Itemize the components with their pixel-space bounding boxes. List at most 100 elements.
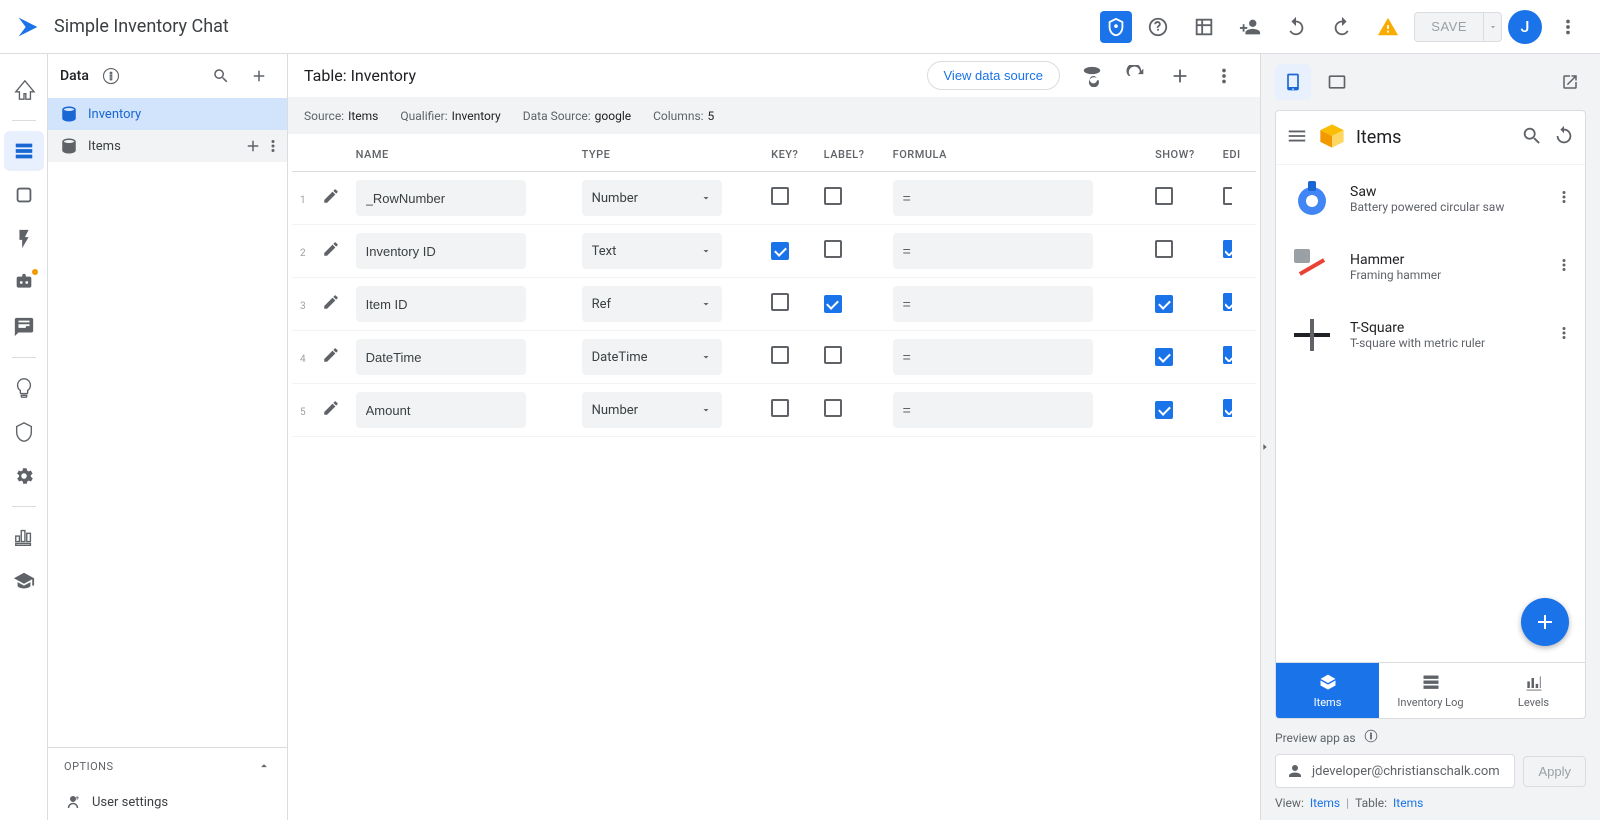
table-view-icon[interactable]: [1184, 7, 1224, 47]
column-name-input[interactable]: [356, 180, 526, 216]
col-header-name: NAME: [348, 134, 574, 172]
fab-add-button[interactable]: [1521, 598, 1569, 646]
user-settings-item[interactable]: User settings: [48, 784, 287, 820]
appsheet-logo[interactable]: [14, 13, 42, 41]
device-search-icon[interactable]: [1521, 125, 1543, 151]
formula-input[interactable]: [893, 233, 1093, 269]
rail-views-icon[interactable]: [4, 175, 44, 215]
rail-security-icon[interactable]: [4, 412, 44, 452]
formula-input[interactable]: [893, 180, 1093, 216]
warning-icon[interactable]: [1368, 7, 1408, 47]
rail-chat-icon[interactable]: [4, 307, 44, 347]
info-icon[interactable]: [95, 60, 127, 92]
column-name-input[interactable]: [356, 339, 526, 375]
key-checkbox[interactable]: [771, 399, 789, 417]
help-icon[interactable]: [1138, 7, 1178, 47]
column-name-input[interactable]: [356, 286, 526, 322]
editable-checkbox[interactable]: [1223, 293, 1232, 311]
refresh-icon[interactable]: [1116, 56, 1156, 96]
redo-icon[interactable]: [1322, 7, 1362, 47]
item-more-icon[interactable]: [1555, 324, 1573, 346]
column-type-select[interactable]: Ref: [582, 286, 722, 322]
column-type-select[interactable]: Number: [582, 180, 722, 216]
show-checkbox[interactable]: [1155, 295, 1173, 313]
edit-column-icon[interactable]: [314, 278, 348, 331]
table-more-icon[interactable]: [263, 136, 283, 156]
add-slice-icon[interactable]: [243, 136, 263, 156]
rail-education-icon[interactable]: [4, 561, 44, 601]
item-more-icon[interactable]: [1555, 188, 1573, 210]
table-more-icon[interactable]: [1204, 56, 1244, 96]
edit-column-icon[interactable]: [314, 384, 348, 437]
preview-mobile-tab[interactable]: [1275, 64, 1311, 100]
preview-email-input[interactable]: jdeveloper@christianschalk.com: [1275, 754, 1515, 788]
editable-checkbox[interactable]: [1223, 346, 1232, 364]
preview-tablet-tab[interactable]: [1319, 64, 1355, 100]
column-name-input[interactable]: [356, 233, 526, 269]
options-header[interactable]: OPTIONS: [48, 748, 287, 784]
more-icon[interactable]: [1548, 7, 1588, 47]
undo-icon[interactable]: [1276, 7, 1316, 47]
label-checkbox[interactable]: [824, 399, 842, 417]
list-item[interactable]: Saw Battery powered circular saw: [1276, 165, 1585, 233]
formula-input[interactable]: [893, 339, 1093, 375]
column-type-select[interactable]: Number: [582, 392, 722, 428]
share-icon[interactable]: [1100, 11, 1132, 43]
rail-home-icon[interactable]: [4, 70, 44, 110]
data-table-inventory[interactable]: Inventory: [48, 98, 287, 130]
collapse-preview-icon[interactable]: [1260, 437, 1270, 457]
rail-data-icon[interactable]: [4, 131, 44, 171]
edit-column-icon[interactable]: [314, 172, 348, 225]
column-name-input[interactable]: [356, 392, 526, 428]
column-type-select[interactable]: Text: [582, 233, 722, 269]
save-dropdown[interactable]: [1484, 12, 1502, 42]
preview-table-link[interactable]: Items: [1393, 796, 1423, 810]
rail-bot-icon[interactable]: [4, 263, 44, 303]
hamburger-icon[interactable]: [1286, 125, 1308, 151]
column-type-select[interactable]: DateTime: [582, 339, 722, 375]
formula-input[interactable]: [893, 286, 1093, 322]
show-checkbox[interactable]: [1155, 240, 1173, 258]
label-checkbox[interactable]: [824, 346, 842, 364]
edit-column-icon[interactable]: [314, 331, 348, 384]
open-preview-icon[interactable]: [1554, 66, 1586, 98]
key-checkbox[interactable]: [771, 293, 789, 311]
nav-item-inventory-log[interactable]: Inventory Log: [1379, 663, 1482, 718]
add-table-icon[interactable]: [243, 60, 275, 92]
label-checkbox[interactable]: [824, 295, 842, 313]
list-item[interactable]: T-Square T-square with metric ruler: [1276, 301, 1585, 369]
rail-actions-icon[interactable]: [4, 219, 44, 259]
add-column-icon[interactable]: [1160, 56, 1200, 96]
nav-item-items[interactable]: Items: [1276, 663, 1379, 718]
add-users-icon[interactable]: [1230, 7, 1270, 47]
show-checkbox[interactable]: [1155, 348, 1173, 366]
edit-column-icon[interactable]: [314, 225, 348, 278]
editable-checkbox[interactable]: [1223, 399, 1232, 417]
key-checkbox[interactable]: [771, 346, 789, 364]
rail-settings-icon[interactable]: [4, 456, 44, 496]
data-table-items[interactable]: Items: [48, 130, 287, 162]
key-checkbox[interactable]: [771, 242, 789, 260]
nav-item-levels[interactable]: Levels: [1482, 663, 1585, 718]
search-tables-icon[interactable]: [205, 60, 237, 92]
data-table-label: Inventory: [88, 107, 141, 122]
formula-input[interactable]: [893, 392, 1093, 428]
regenerate-icon[interactable]: [1072, 56, 1112, 96]
label-checkbox[interactable]: [824, 187, 842, 205]
rail-monitor-icon[interactable]: [4, 517, 44, 557]
device-sync-icon[interactable]: [1553, 125, 1575, 151]
show-checkbox[interactable]: [1155, 401, 1173, 419]
key-checkbox[interactable]: [771, 187, 789, 205]
preview-view-link[interactable]: Items: [1310, 796, 1340, 810]
user-avatar[interactable]: J: [1508, 10, 1542, 44]
list-item[interactable]: Hammer Framing hammer: [1276, 233, 1585, 301]
rail-intelligence-icon[interactable]: [4, 368, 44, 408]
show-checkbox[interactable]: [1155, 187, 1173, 205]
item-more-icon[interactable]: [1555, 256, 1573, 278]
view-data-source-button[interactable]: View data source: [927, 61, 1061, 90]
editable-checkbox[interactable]: [1223, 187, 1232, 205]
label-checkbox[interactable]: [824, 240, 842, 258]
preview-as-info-icon[interactable]: [1364, 729, 1378, 746]
editable-checkbox[interactable]: [1223, 240, 1232, 258]
table-row: 2 Text: [292, 225, 1256, 278]
